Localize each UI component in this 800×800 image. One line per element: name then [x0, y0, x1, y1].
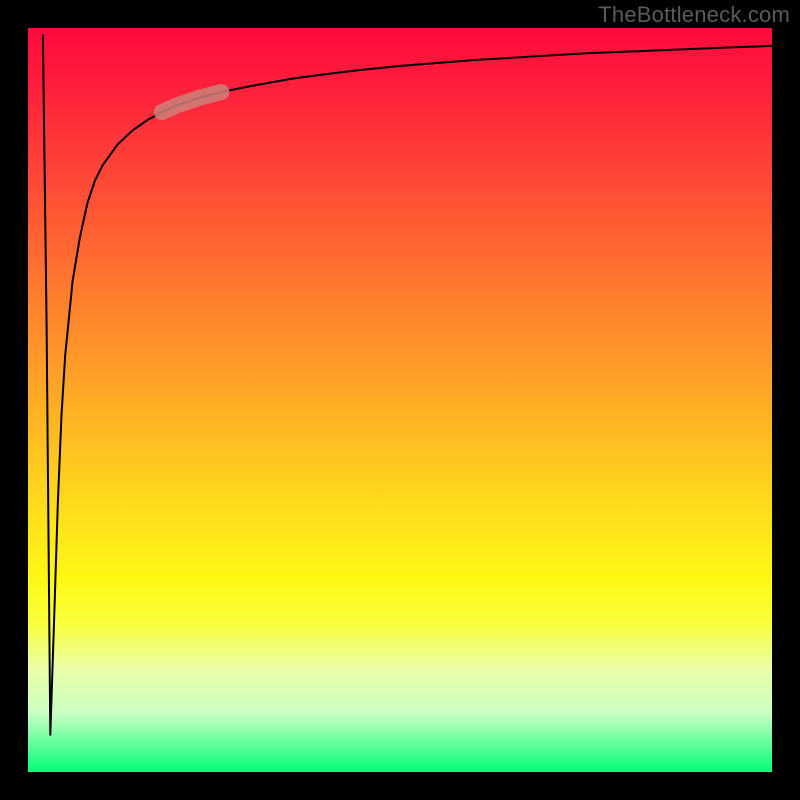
bottleneck-chart: TheBottleneck.com: [0, 0, 800, 800]
chart-svg: [28, 28, 772, 772]
bottleneck-curve-line: [43, 35, 772, 734]
watermark-text: TheBottleneck.com: [598, 2, 790, 28]
bottleneck-curve-highlight: [162, 92, 222, 112]
